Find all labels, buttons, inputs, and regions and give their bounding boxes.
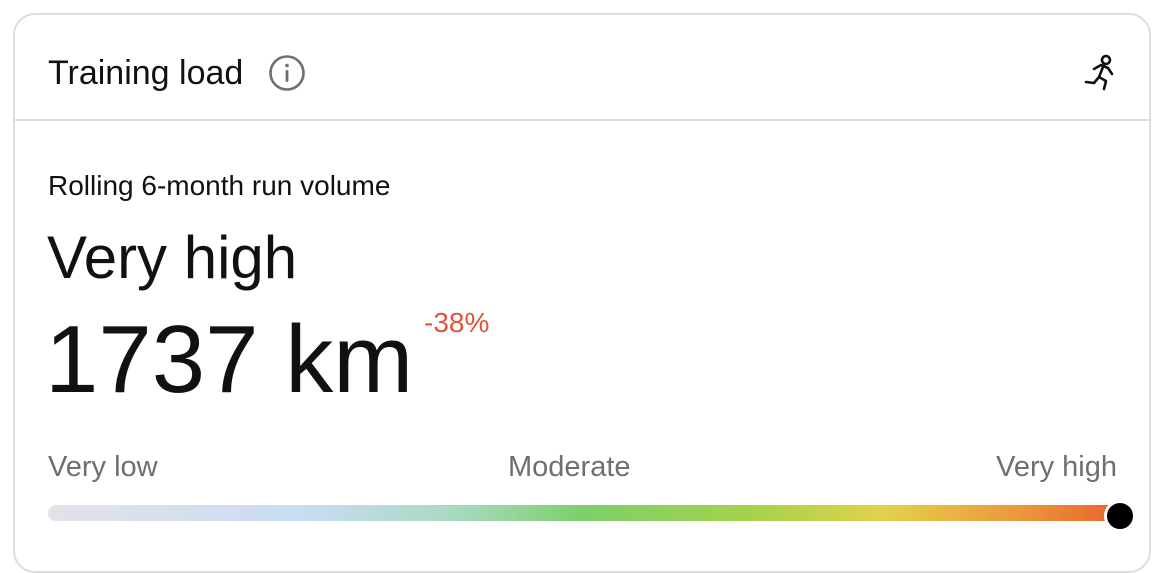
volume-value: 1737 km — [45, 306, 414, 413]
load-gauge-indicator — [1104, 500, 1136, 532]
training-load-card: Training load Rolling 6-month run volume… — [13, 13, 1151, 573]
info-circle-icon[interactable] — [268, 54, 306, 92]
volume-change: -38% — [424, 307, 490, 338]
scale-label-very-high: Very high — [996, 451, 1117, 483]
card-title: Training load — [48, 54, 244, 92]
scale-label-very-low: Very low — [48, 451, 158, 483]
metric-subtitle: Rolling 6-month run volume — [48, 170, 391, 201]
card-header: Training load — [15, 15, 1149, 121]
scale-label-moderate: Moderate — [508, 451, 631, 483]
load-level: Very high — [47, 224, 298, 291]
running-person-icon — [1084, 54, 1114, 91]
load-gauge-track — [48, 505, 1120, 521]
